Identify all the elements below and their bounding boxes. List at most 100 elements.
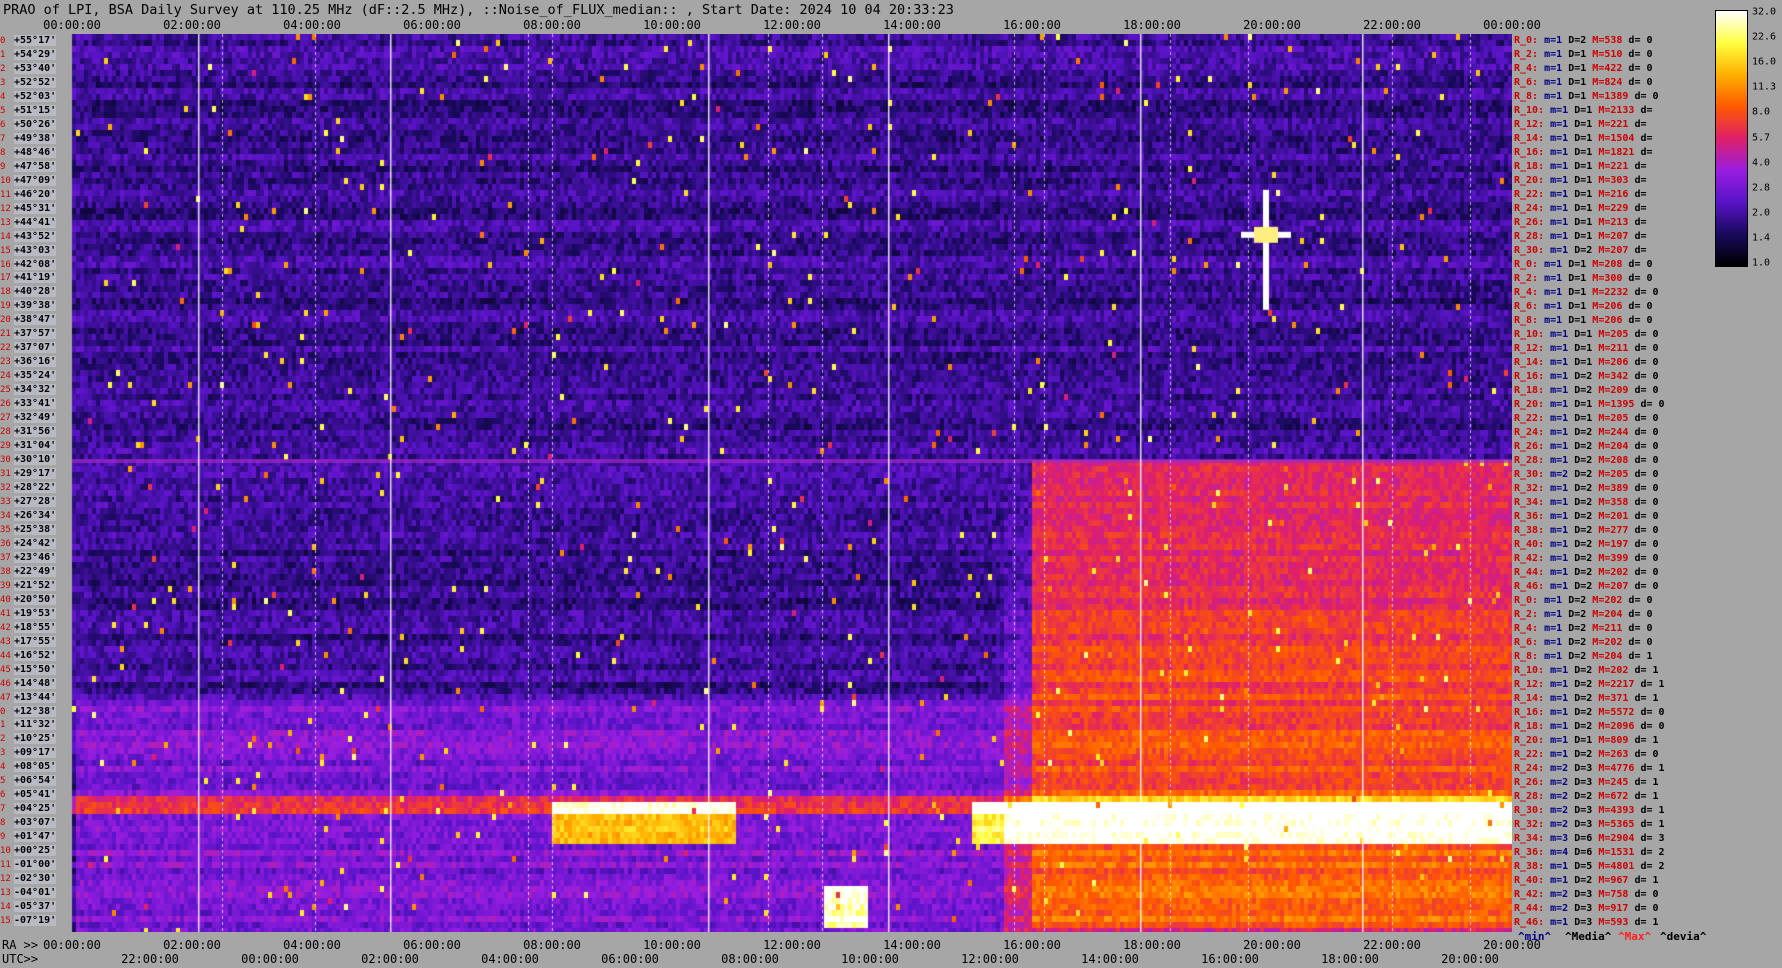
- utc-tick-label: 18:00:00: [1321, 952, 1379, 966]
- stat-field: M=399: [1592, 553, 1629, 564]
- declination-value: +31°04': [14, 440, 57, 452]
- declination-label: 10 +00°25': [0, 845, 57, 857]
- stat-field: d=: [1628, 231, 1647, 242]
- stat-field: d=: [1628, 119, 1647, 130]
- declination-label: 15 -07°19': [0, 915, 57, 927]
- stat-field: d= 0: [1628, 441, 1659, 452]
- stat-field: m=1: [1538, 609, 1563, 620]
- stat-field: R_0:: [1514, 259, 1539, 270]
- stat-row: R_2: m=1 D=1 M=300 d= 0: [1514, 273, 1653, 284]
- stat-row: R_28: m=1 D=1 M=207 d=: [1514, 231, 1646, 242]
- stat-row: R_38: m=1 D=5 M=4801 d= 2: [1514, 861, 1665, 872]
- declination-value: +05°41': [14, 789, 57, 801]
- stat-row: R_38: m=1 D=2 M=277 d= 0: [1514, 525, 1659, 536]
- stat-field: m=1: [1544, 861, 1569, 872]
- stat-field: m=1: [1544, 539, 1569, 550]
- declination-value: +53°40': [14, 62, 57, 74]
- stat-row: R_44: m=1 D=2 M=202 d= 0: [1514, 567, 1659, 578]
- stat-row: R_4: m=1 D=1 M=422 d= 0: [1514, 63, 1653, 74]
- row-index: 9: [0, 161, 6, 172]
- colorbar-tick-label: 32.0: [1752, 6, 1777, 18]
- row-index: 39: [0, 580, 11, 591]
- declination-label: 47 +13°44': [0, 691, 57, 703]
- stat-field: d= 1: [1628, 665, 1659, 676]
- stat-row: R_10: m=1 D=1 M=205 d= 0: [1514, 329, 1659, 340]
- stat-row: R_30: m=1 D=2 M=207 d=: [1514, 245, 1646, 256]
- row-index: 3: [0, 748, 6, 759]
- stat-field: m=2: [1544, 777, 1569, 788]
- stat-field: m=1: [1544, 133, 1569, 144]
- stat-field: R_32:: [1514, 819, 1545, 830]
- stat-field: m=1: [1544, 525, 1569, 536]
- stat-field: M=758: [1592, 889, 1629, 900]
- stat-field: m=1: [1544, 693, 1569, 704]
- declination-label: 37 +23°46': [0, 551, 57, 563]
- declination-value: +43°03': [14, 244, 57, 256]
- declination-label: 13 -04°01': [0, 887, 57, 899]
- stat-row: R_32: m=2 D=3 M=5365 d= 1: [1514, 819, 1665, 830]
- stat-field: d= 0: [1628, 287, 1659, 298]
- stat-field: R_36:: [1514, 511, 1545, 522]
- stat-field: m=1: [1544, 245, 1569, 256]
- row-index: 41: [0, 608, 11, 619]
- stat-field: M=4393: [1592, 805, 1635, 816]
- stat-row: R_4: m=1 D=1 M=2232 d= 0: [1514, 287, 1659, 298]
- stat-field: d= 0: [1622, 77, 1653, 88]
- stat-field: d= 1: [1628, 917, 1659, 928]
- declination-label: 1 +11°32': [0, 719, 57, 731]
- row-index: 34: [0, 510, 11, 521]
- stat-field: D=1: [1562, 77, 1587, 88]
- declination-value: -02°30': [14, 873, 57, 885]
- stat-field: R_42:: [1514, 553, 1545, 564]
- stat-field: d= 1: [1634, 763, 1665, 774]
- declination-value: +27°28': [14, 495, 57, 507]
- declination-label: 0 +55°17': [0, 35, 57, 46]
- stat-field: D=2: [1568, 385, 1593, 396]
- stat-field: R_12:: [1514, 119, 1545, 130]
- row-index: 8: [0, 147, 6, 158]
- stat-field: d=: [1628, 189, 1647, 200]
- stat-field: D=2: [1568, 511, 1593, 522]
- stat-field: D=2: [1562, 651, 1587, 662]
- stat-field: d= 1: [1634, 805, 1665, 816]
- stat-field: D=2: [1568, 749, 1593, 760]
- stat-field: d=: [1628, 217, 1647, 228]
- ra-label: RA >>: [2, 938, 39, 952]
- row-index: 1: [0, 49, 6, 60]
- declination-label: 31 +29°17': [0, 468, 57, 480]
- stat-field: D=6: [1568, 833, 1593, 844]
- row-index: 10: [0, 175, 11, 186]
- legend-max: ^Max^: [1618, 930, 1652, 943]
- stat-field: R_4:: [1514, 287, 1539, 298]
- declination-value: +36°16': [14, 356, 57, 368]
- top-tick-label: 04:00:00: [283, 18, 341, 32]
- row-index: 9: [0, 832, 6, 843]
- stat-field: D=2: [1568, 371, 1593, 382]
- stat-field: D=2: [1562, 623, 1587, 634]
- stat-field: d= 0: [1628, 553, 1659, 564]
- stat-field: R_46:: [1514, 917, 1545, 928]
- declination-label: 40 +20°50': [0, 593, 57, 605]
- declination-label: 16 +42°08': [0, 258, 57, 270]
- stat-field: R_26:: [1514, 441, 1545, 452]
- stat-field: d= 0: [1622, 623, 1653, 634]
- stat-row: R_14: m=1 D=2 M=371 d= 1: [1514, 693, 1659, 704]
- stat-field: D=2: [1562, 637, 1587, 648]
- stat-field: D=1: [1568, 133, 1593, 144]
- declination-value: -04°01': [14, 887, 57, 899]
- stat-field: D=1: [1568, 147, 1593, 158]
- declination-value: +10°25': [14, 733, 57, 745]
- stat-field: D=1: [1568, 175, 1593, 186]
- stat-row: R_6: m=1 D=1 M=206 d= 0: [1514, 301, 1653, 312]
- stat-field: m=1: [1538, 623, 1563, 634]
- stat-row: R_20: m=1 D=1 M=809 d= 1: [1514, 735, 1659, 746]
- stat-field: M=213: [1592, 217, 1629, 228]
- top-tick-label: 00:00:00: [43, 18, 101, 32]
- declination-value: +43°52': [14, 230, 57, 242]
- utc-tick-label: 20:00:00: [1441, 952, 1499, 966]
- stat-field: d=: [1634, 105, 1653, 116]
- stat-field: m=1: [1544, 119, 1569, 130]
- row-index: 19: [0, 301, 11, 312]
- declination-value: +38°47': [14, 314, 57, 326]
- stat-row: R_44: m=2 D=3 M=917 d= 0: [1514, 903, 1659, 914]
